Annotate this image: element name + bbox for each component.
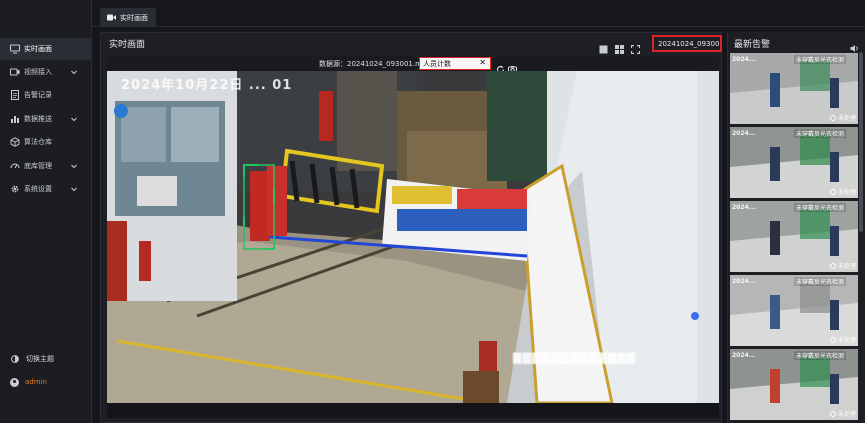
tab-label: 实时画面	[120, 13, 148, 22]
snapshot-icon[interactable]	[508, 59, 517, 74]
app-root: 实时画面 视频接入 告警记录 数据推送 算法仓库 底库管理 系统设置 切换主题 admin …	[0, 0, 865, 423]
sidebar: 实时画面视频接入告警记录数据推送算法仓库底库管理系统设置 切换主题 admin	[0, 0, 92, 423]
status-dot-icon	[829, 262, 836, 269]
single-view-icon[interactable]	[599, 39, 608, 54]
alarm-status-label: 未处理	[837, 411, 856, 418]
speaker-icon[interactable]	[850, 38, 859, 52]
sidebar-item-label: 告警记录	[24, 91, 52, 99]
sidebar-item-label: 算法仓库	[24, 138, 52, 146]
theme-icon	[10, 354, 20, 364]
status-dot-icon	[829, 114, 836, 121]
grid-view-icon[interactable]	[615, 39, 624, 54]
tab-bar: 实时画面	[92, 0, 865, 27]
sidebar-item-label: 视频接入	[24, 68, 52, 76]
sidebar-item-6[interactable]: 系统设置	[0, 178, 92, 200]
blurred-overlay-text: ▇▇▇▇▇▇▇▇▇▇▇▇▇	[513, 351, 636, 364]
scroll-handle[interactable]	[691, 312, 699, 320]
video-footer	[107, 403, 719, 418]
sidebar-item-3[interactable]: 数据推送	[0, 108, 92, 130]
sidebar-item-label: 底库管理	[24, 162, 52, 170]
sidebar-item-0[interactable]: 实时画面	[0, 38, 92, 60]
username: admin	[25, 378, 47, 386]
alarm-timestamp: 2024...	[732, 56, 756, 63]
sidebar-item-4[interactable]: 算法仓库	[0, 131, 92, 153]
alarm-type: 未穿戴反光衣检测	[794, 55, 847, 64]
monitor-icon	[10, 44, 20, 54]
view-mode-toolbar	[599, 39, 641, 55]
alarm-item[interactable]: 2024... 未穿戴反光衣检测未处理	[730, 201, 858, 272]
sidebar-item-label: 数据推送	[24, 115, 52, 123]
alarm-status-badge: 未处理	[829, 409, 856, 418]
sidebar-item-2[interactable]: 告警记录	[0, 84, 92, 106]
video-toolbar: 数据源：20241024_093001.mp4 人员计数 ✕	[107, 56, 719, 74]
document-icon	[10, 90, 20, 100]
video-icon	[107, 14, 116, 21]
video-source-label: 数据源：20241024_093001.mp4	[319, 60, 431, 68]
bar-chart-icon	[10, 114, 20, 124]
alarm-timestamp: 2024...	[732, 204, 756, 211]
alarm-item[interactable]: 2024... 未穿戴反光衣检测未处理	[730, 349, 858, 420]
chevron-down-icon	[70, 115, 78, 123]
alarm-type: 未穿戴反光衣检测	[794, 203, 847, 212]
chevron-down-icon	[70, 185, 78, 193]
alarm-status-label: 未处理	[837, 337, 856, 344]
close-icon[interactable]: ✕	[479, 58, 486, 67]
alarm-status-badge: 未处理	[829, 335, 856, 344]
video-player[interactable]: 数据源：20241024_093001.mp4 人员计数 ✕ 2024年10月2…	[107, 56, 719, 418]
alarm-item[interactable]: 2024... 未穿戴反光衣检测未处理	[730, 53, 858, 124]
chevron-down-icon	[70, 68, 78, 76]
alarm-status-badge: 未处理	[829, 261, 856, 270]
alarm-status-label: 未处理	[837, 115, 856, 122]
source-selector[interactable]: 20241024_09300...	[652, 35, 722, 52]
status-dot-icon	[829, 188, 836, 195]
status-dot-icon	[829, 410, 836, 417]
alarm-timestamp: 2024...	[732, 352, 756, 359]
user-avatar-icon	[10, 377, 19, 387]
alarm-panel-title: 最新告警	[734, 40, 771, 50]
theme-toggle[interactable]: 切换主题	[0, 350, 92, 368]
sidebar-item-label: 实时画面	[24, 45, 52, 53]
alarm-item[interactable]: 2024... 未穿戴反光衣检测未处理	[730, 275, 858, 346]
cube-icon	[10, 137, 20, 147]
fullscreen-icon[interactable]	[630, 39, 641, 55]
camera-icon	[10, 67, 20, 77]
alarm-timestamp: 2024...	[732, 130, 756, 137]
alarm-item[interactable]: 2024... 未穿戴反光衣检测未处理	[730, 127, 858, 198]
alarm-type: 未穿戴反光衣检测	[794, 129, 847, 138]
tab-live-view[interactable]: 实时画面	[100, 8, 156, 27]
algorithm-label: 人员计数	[423, 59, 451, 68]
gear-icon	[10, 184, 20, 194]
sidebar-item-5[interactable]: 底库管理	[0, 155, 92, 177]
alarm-type: 未穿戴反光衣检测	[794, 351, 847, 360]
alarm-status-badge: 未处理	[829, 187, 856, 196]
theme-toggle-label: 切换主题	[26, 355, 54, 363]
alarm-timestamp: 2024...	[732, 278, 756, 285]
status-dot-icon	[829, 336, 836, 343]
alarm-status-badge: 未处理	[829, 113, 856, 122]
chevron-down-icon	[70, 162, 78, 170]
gauge-icon	[10, 161, 20, 171]
algorithm-tag[interactable]: 人员计数 ✕	[419, 57, 491, 70]
alarm-scrollbar[interactable]	[859, 52, 863, 232]
alarm-type: 未穿戴反光衣检测	[794, 277, 847, 286]
alarm-panel: 最新告警 2024... 未穿戴反光衣检测 未处理 2024... 未穿戴反光衣检测 未处…	[727, 32, 865, 423]
panel-title: 实时画面	[109, 40, 146, 50]
sidebar-item-label: 系统设置	[24, 185, 52, 193]
alarm-status-label: 未处理	[837, 263, 856, 270]
alarm-status-label: 未处理	[837, 189, 856, 196]
user-menu[interactable]: admin	[0, 373, 92, 391]
sidebar-item-1[interactable]: 视频接入	[0, 61, 92, 83]
refresh-icon[interactable]	[496, 59, 505, 73]
live-view-panel: 实时画面 20241024_09300... 数据源：20241024_0930…	[100, 32, 722, 423]
video-timestamp-overlay: 2024年10月22日 ... 01	[121, 78, 293, 93]
